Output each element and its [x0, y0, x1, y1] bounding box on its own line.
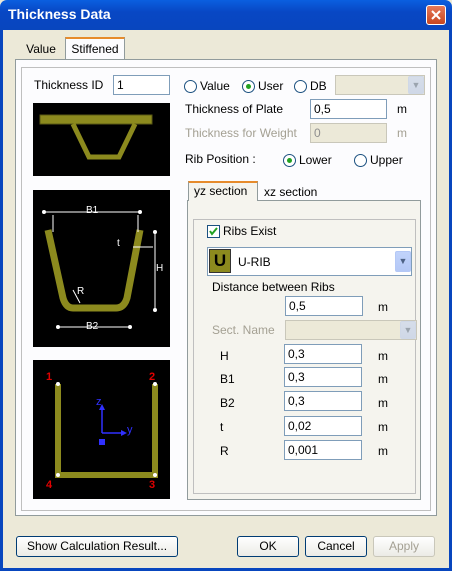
ribs-exist-checkbox[interactable]	[207, 225, 220, 238]
plate-section-diagram	[33, 103, 170, 176]
rib-dimension-diagram: B1 t H R B2	[33, 190, 170, 347]
dim-r-unit: m	[378, 444, 388, 458]
label-r: R	[77, 286, 85, 297]
dim-b2-input[interactable]: 0,3	[284, 391, 362, 411]
axis-z-label: z	[96, 396, 102, 408]
thickness-id-input[interactable]: 1	[113, 75, 170, 95]
dim-b2-label: B2	[220, 396, 235, 410]
radio-value-label: Value	[200, 79, 230, 93]
chevron-down-icon[interactable]: ▼	[408, 76, 424, 94]
dim-h-input[interactable]: 0,3	[284, 344, 362, 364]
radio-db[interactable]	[294, 80, 307, 93]
ribs-exist-label: Ribs Exist	[223, 224, 277, 238]
distance-input[interactable]: 0,5	[285, 296, 363, 316]
dim-h-label: H	[220, 349, 229, 363]
plate-thickness-label: Thickness of Plate	[185, 102, 284, 116]
tab-value[interactable]: Value	[17, 39, 65, 59]
axis-y-label: y	[127, 424, 133, 436]
close-button[interactable]	[426, 5, 446, 25]
tab-xz-section[interactable]: xz section	[264, 185, 317, 199]
chevron-down-icon[interactable]: ▼	[395, 251, 411, 272]
radio-user[interactable]	[242, 80, 255, 93]
plate-thickness-input[interactable]: 0,5	[310, 99, 387, 119]
chevron-down-icon[interactable]: ▼	[400, 321, 416, 339]
label-h: H	[156, 263, 164, 274]
dim-t-label: t	[220, 420, 224, 434]
check-icon	[209, 227, 218, 236]
radio-lower[interactable]	[283, 154, 296, 167]
dim-r-input[interactable]: 0,001	[284, 440, 362, 460]
distance-unit: m	[378, 300, 388, 314]
cancel-button[interactable]: Cancel	[305, 536, 367, 557]
dim-b1-unit: m	[378, 372, 388, 386]
thickness-id-label: Thickness ID	[34, 78, 104, 92]
dim-b2-unit: m	[378, 396, 388, 410]
point-3: 3	[149, 479, 156, 491]
window-title: Thickness Data	[8, 6, 111, 22]
show-calculation-button[interactable]: Show Calculation Result...	[16, 536, 178, 557]
radio-db-label: DB	[310, 79, 327, 93]
label-b2: B2	[86, 321, 99, 332]
point-1: 1	[46, 371, 53, 383]
point-2: 2	[149, 371, 156, 383]
rib-points-diagram: 1 2 3 4 z y	[33, 360, 170, 499]
label-b1: B1	[86, 205, 99, 216]
dim-b1-input[interactable]: 0,3	[284, 367, 362, 387]
tab-yz-section[interactable]: yz section	[194, 184, 247, 198]
weight-thickness-label: Thickness for Weight	[185, 126, 297, 140]
sect-name-select[interactable]	[285, 320, 417, 340]
rib-type-value: U-RIB	[238, 255, 271, 269]
dim-t-input[interactable]: 0,02	[284, 416, 362, 436]
rib-position-label: Rib Position :	[185, 152, 256, 166]
radio-user-label: User	[258, 79, 284, 93]
plate-thickness-unit: m	[397, 102, 407, 116]
radio-upper[interactable]	[354, 154, 367, 167]
distance-label: Distance between Ribs	[212, 280, 335, 294]
point-4: 4	[46, 479, 53, 491]
radio-upper-label: Upper	[370, 153, 403, 167]
dim-h-unit: m	[378, 349, 388, 363]
u-rib-icon: U	[209, 249, 231, 273]
weight-thickness-input[interactable]: 0	[310, 123, 387, 143]
tab-stiffened[interactable]: Stiffened	[65, 39, 125, 59]
apply-button[interactable]: Apply	[373, 536, 435, 557]
dim-t-unit: m	[378, 420, 388, 434]
close-icon	[431, 10, 441, 20]
label-t: t	[117, 238, 120, 249]
radio-lower-label: Lower	[299, 153, 332, 167]
dim-b1-label: B1	[220, 372, 235, 386]
weight-thickness-unit: m	[397, 126, 407, 140]
ok-button[interactable]: OK	[237, 536, 299, 557]
sect-name-label: Sect. Name	[212, 323, 275, 337]
dim-r-label: R	[220, 444, 229, 458]
radio-value[interactable]	[184, 80, 197, 93]
